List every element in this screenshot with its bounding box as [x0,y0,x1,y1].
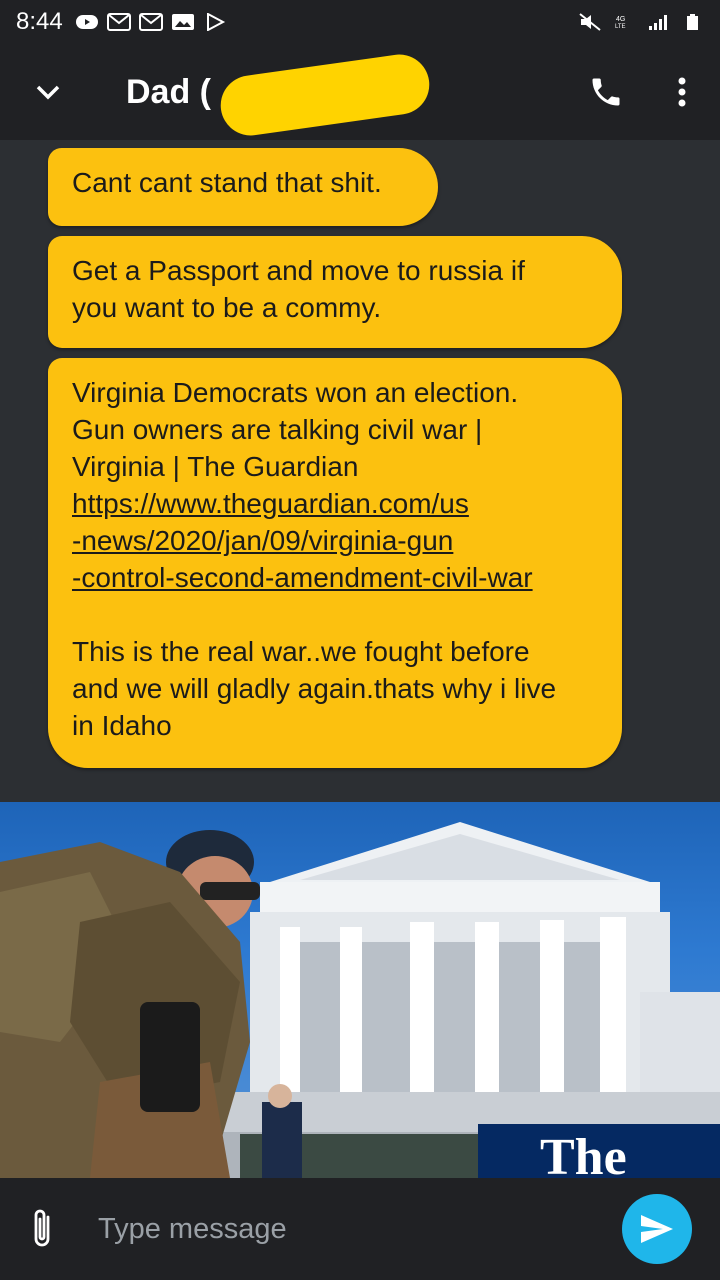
conversation-header: Dad () [0,44,720,140]
article-link[interactable]: https://www.theguardian.com/us -news/202… [72,488,533,593]
send-icon [641,1215,673,1243]
video-icon [75,15,98,29]
message-bubble[interactable]: Get a Passport and move to russia if you… [48,236,622,348]
signal-icon [649,15,667,30]
more-options-button[interactable] [644,44,720,140]
more-vert-icon [678,77,686,107]
notification-icons [75,13,227,31]
gmail-icon [106,13,131,31]
header-actions [568,44,720,140]
play-store-icon [206,13,225,31]
svg-text:4G: 4G [616,16,625,23]
message-bubble[interactable]: Virginia Democrats won an election. Gun … [48,358,622,768]
message-text: This is the real war..we fought before a… [72,636,557,741]
capitol-photo: The [0,822,720,1178]
image-icon [171,14,194,30]
contact-name-prefix: Dad ( [126,72,211,111]
message-bubble[interactable]: Cant cant stand that shit. [48,148,438,226]
call-button[interactable] [568,44,644,140]
battery-icon [687,14,698,30]
system-icons: 4G LTE [578,13,704,31]
guardian-logo-text: The [540,1129,627,1178]
status-bar: 8:44 4G LTE [0,0,720,44]
collapse-button[interactable] [0,44,96,140]
send-button[interactable] [622,1194,692,1264]
redaction-mark [216,50,434,139]
contact-name: Dad () [126,50,434,139]
message-text: Cant cant stand that shit. [72,167,382,198]
link-preview-image[interactable]: The [0,802,720,1178]
gmail-icon [138,13,163,31]
status-time: 8:44 [16,8,63,35]
svg-text:LTE: LTE [615,24,626,30]
message-composer [0,1178,720,1280]
chevron-down-icon [36,85,60,100]
phone-icon [592,78,620,106]
message-list[interactable]: Cant cant stand that shit. Get a Passpor… [0,140,720,802]
attach-button[interactable] [0,1178,84,1280]
paperclip-icon [34,1209,50,1247]
message-text: Get a Passport and move to russia if you… [72,255,525,323]
message-input[interactable] [98,1194,622,1264]
message-text: Virginia Democrats won an election. Gun … [72,377,519,482]
4g-lte-icon: 4GLTE [615,16,626,30]
mute-icon [579,13,601,31]
